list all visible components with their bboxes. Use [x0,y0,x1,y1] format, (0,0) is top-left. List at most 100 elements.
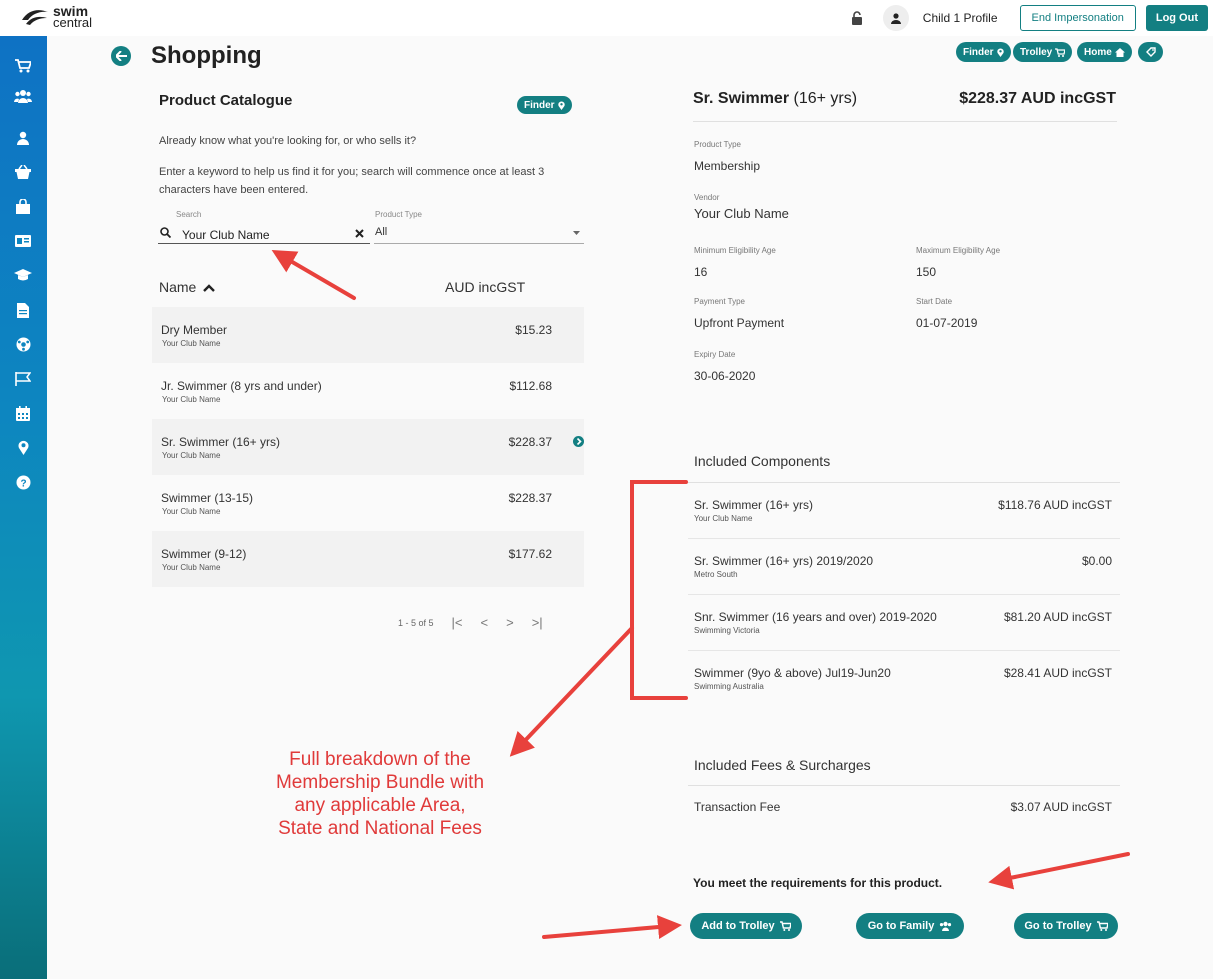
first-page-icon[interactable]: |< [452,615,463,630]
product-type-label: Product Type [694,140,741,149]
search-label: Search [176,210,202,219]
fees-title: Included Fees & Surcharges [694,757,871,773]
requirements-message: You meet the requirements for this produ… [693,876,943,890]
home-pill-button[interactable]: Home [1077,42,1132,62]
id-card-icon[interactable] [13,231,33,251]
price-column-header: AUD incGST [445,279,526,295]
prev-page-icon[interactable]: < [481,615,489,630]
graduation-cap-icon[interactable] [13,265,33,285]
catalogue-help-line1: Enter a keyword to help us find it for y… [159,166,545,178]
components-bracket [630,480,688,700]
swim-central-logo[interactable]: swim central [20,2,92,32]
help-icon[interactable]: ? [13,472,33,492]
component-row: Sr. Swimmer (16+ yrs) 2019/2020 Metro So… [688,539,1120,595]
table-row[interactable]: Swimmer (13-15) Your Club Name $228.37 [152,475,584,531]
cart-icon[interactable] [13,56,33,76]
vendor-label: Vendor [694,193,720,202]
clear-icon[interactable] [355,229,364,238]
table-row[interactable]: Jr. Swimmer (8 yrs and under) Your Club … [152,363,584,419]
add-to-trolley-button[interactable]: Add to Trolley [690,913,802,939]
catalogue-help-line2: characters have been entered. [159,184,309,196]
fee-row: Transaction Fee $3.07 AUD incGST [694,800,1112,814]
map-pin-icon [996,47,1004,57]
pagination: 1 - 5 of 5 |< < > >| [398,615,543,630]
cart-icon [1055,47,1066,57]
cart-icon [1096,921,1108,931]
arrow-to-search [271,249,356,300]
sidebar: ? [0,36,47,979]
expiry-date-value: 30-06-2020 [694,369,756,383]
page-header: Shopping [111,40,262,72]
search-icon [160,227,171,238]
detail-title: Sr. Swimmer (16+ yrs) [693,90,858,107]
flags-icon[interactable] [13,369,33,389]
chevron-right-icon[interactable] [573,436,584,447]
users-icon [940,921,952,931]
trolley-pill-button[interactable]: Trolley [1013,42,1073,62]
search-value: Your Club Name [182,228,270,242]
min-age-value: 16 [694,265,708,279]
payment-type-label: Payment Type [694,297,745,306]
top-bar: swim central Child 1 Profile End Imperso… [0,0,1213,36]
component-row: Snr. Swimmer (16 years and over) 2019-20… [688,595,1120,651]
tag-icon [1145,47,1156,57]
max-age-label: Maximum Eligibility Age [916,246,1001,255]
detail-price: $228.37 AUD incGST [959,90,1116,107]
start-date-value: 01-07-2019 [916,316,978,330]
annotation-text: Full breakdown of the Membership Bundle … [275,749,485,839]
sort-up-icon [203,284,216,293]
cart-icon [779,921,791,931]
max-age-value: 150 [916,265,937,279]
table-row[interactable]: Dry Member Your Club Name $15.23 [152,307,584,363]
calendar-icon[interactable] [13,403,33,423]
vendor-value: Your Club Name [694,206,789,221]
component-row: Sr. Swimmer (16+ yrs) Your Club Name $11… [688,483,1120,539]
name-column-header[interactable]: Name [159,279,216,295]
catalogue-finder-button[interactable]: Finder [517,96,572,114]
document-icon[interactable] [13,300,33,320]
start-date-label: Start Date [916,297,953,306]
expiry-date-label: Expiry Date [694,350,736,359]
unlock-icon[interactable] [845,6,869,30]
arrow-to-requirements [988,852,1130,890]
profile-label[interactable]: Child 1 Profile [923,11,998,25]
logo-text-central: central [53,15,93,30]
page-title: Shopping [151,42,262,69]
go-to-trolley-button[interactable]: Go to Trolley [1014,913,1118,939]
back-arrow-icon[interactable] [111,46,131,66]
next-page-icon[interactable]: > [506,615,514,630]
go-to-family-button[interactable]: Go to Family [856,913,964,939]
users-icon[interactable] [13,86,33,106]
swim-logo-icon [22,10,48,25]
basket-icon[interactable] [13,162,33,182]
component-row: Swimmer (9yo & above) Jul19-Jun20 Swimmi… [694,666,1112,691]
payment-type-value: Upfront Payment [694,316,785,330]
components-title: Included Components [694,453,831,469]
tag-pill-button[interactable] [1138,42,1163,62]
divider [693,121,1117,122]
catalogue-intro: Already know what you're looking for, or… [159,135,417,147]
dropdown-icon [573,231,580,235]
min-age-label: Minimum Eligibility Age [694,246,776,255]
arrow-from-bracket [509,626,634,757]
ball-icon[interactable] [13,334,33,354]
finder-pill-button[interactable]: Finder [956,42,1011,62]
logout-button[interactable]: Log Out [1145,5,1208,31]
user-icon[interactable] [882,5,909,31]
person-icon[interactable] [13,128,33,148]
map-pin-icon[interactable] [13,437,33,457]
product-type-label: Product Type [375,210,422,219]
svg-text:?: ? [20,478,26,489]
product-type-select[interactable]: All [374,222,584,244]
table-row[interactable]: Swimmer (9-12) Your Club Name $177.62 [152,531,584,587]
shopping-bag-icon[interactable] [13,196,33,216]
search-input[interactable]: Your Club Name [158,222,370,244]
home-icon [1114,47,1125,57]
map-pin-icon [557,100,565,110]
catalogue-title: Product Catalogue [159,92,293,109]
last-page-icon[interactable]: >| [532,615,543,630]
table-row-selected[interactable]: Sr. Swimmer (16+ yrs) Your Club Name $22… [152,419,584,475]
end-impersonation-button[interactable]: End Impersonation [1019,5,1136,31]
product-type-value: All [375,226,388,238]
arrow-to-add-button [542,915,682,939]
